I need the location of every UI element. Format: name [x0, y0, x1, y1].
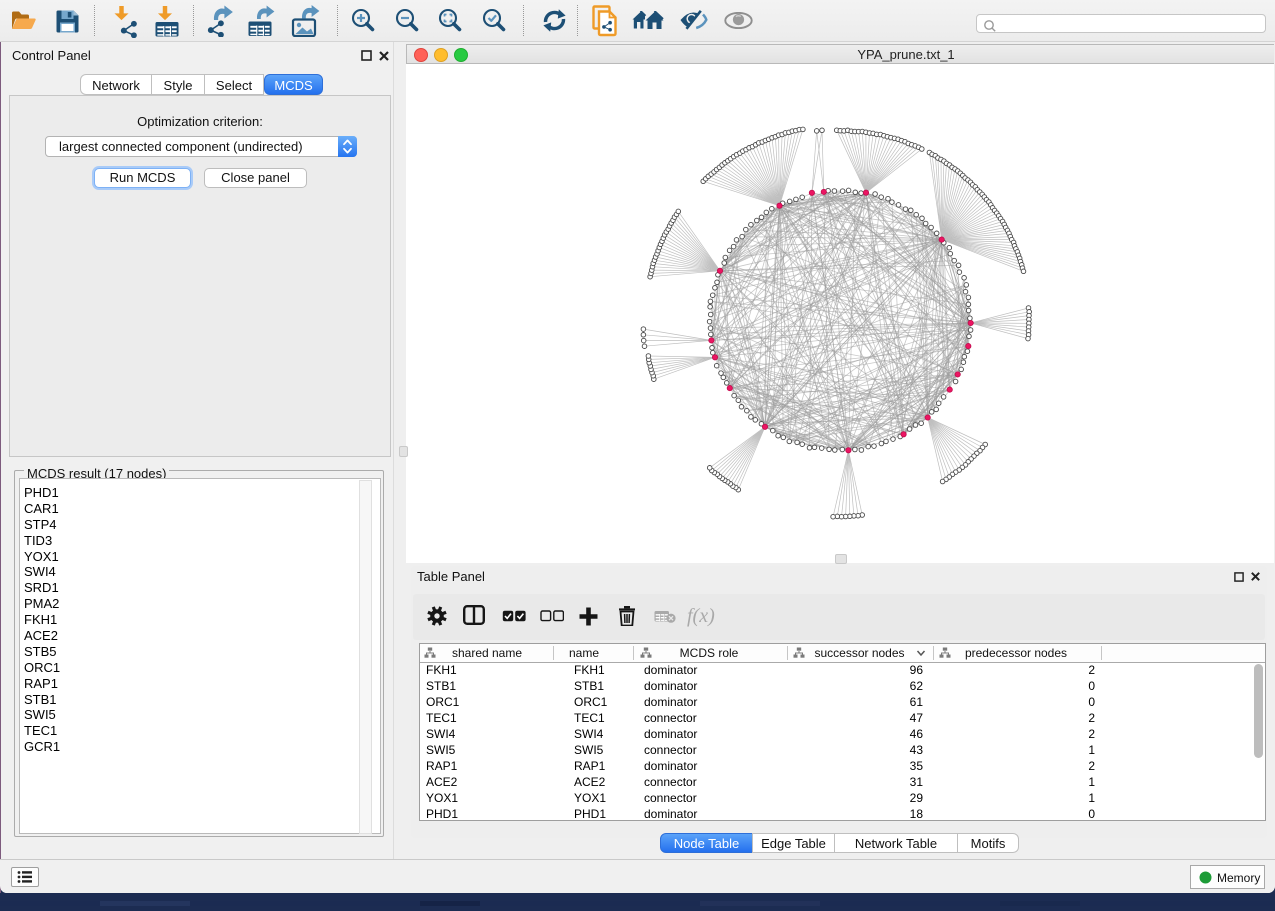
svg-text:f(x): f(x): [687, 605, 715, 627]
